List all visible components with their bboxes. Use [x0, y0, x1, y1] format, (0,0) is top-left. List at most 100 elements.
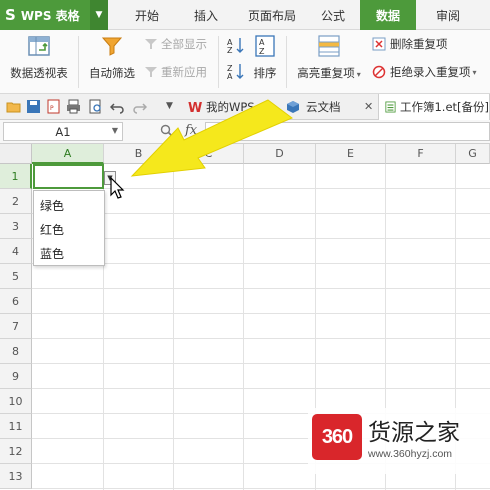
tab-review[interactable]: 审阅	[420, 0, 476, 30]
search-icon[interactable]	[160, 124, 174, 138]
watermark-logo: 360	[312, 414, 362, 460]
sort-label: 排序	[253, 66, 277, 80]
row-header[interactable]: 7	[0, 314, 32, 339]
delete-duplicates-label: 删除重复项	[390, 37, 448, 51]
reject-duplicates-button[interactable]: 拒绝录入重复项 ▾	[372, 64, 477, 80]
row-header[interactable]: 10	[0, 389, 32, 414]
watermark: 360 货源之家 www.360hyzj.com	[308, 408, 490, 474]
row-header[interactable]: 9	[0, 364, 32, 389]
highlight-duplicates-label: 高亮重复项 ▾	[297, 65, 361, 81]
tab-data[interactable]: 数据	[360, 0, 416, 30]
insert-function-button[interactable]: fx	[185, 123, 197, 138]
row-header[interactable]: 8	[0, 339, 32, 364]
row-gridline	[32, 338, 490, 339]
ribbon-data: 数据透视表 自动筛选 全部显示 重新应用 A Z Z A A Z 排序 高亮重复…	[0, 30, 490, 94]
formula-input[interactable]	[205, 122, 490, 141]
dropdown-option-red[interactable]: 红色	[40, 221, 64, 238]
select-all-corner[interactable]	[0, 144, 32, 164]
column-header[interactable]: D	[244, 144, 316, 164]
show-all-label: 全部显示	[161, 37, 207, 51]
tab-insert[interactable]: 插入	[178, 0, 234, 30]
svg-text:W: W	[188, 101, 202, 114]
row-header[interactable]: 11	[0, 414, 32, 439]
row-header[interactable]: 4	[0, 239, 32, 264]
doc-tab-cloud[interactable]: 云文档	[282, 94, 360, 120]
row-gridline	[32, 388, 490, 389]
column-header[interactable]: G	[456, 144, 490, 164]
sort-ascending-icon: A Z	[227, 38, 244, 54]
dropdown-option-green[interactable]: 绿色	[40, 197, 64, 214]
tab-page-layout[interactable]: 页面布局	[236, 0, 308, 30]
highlight-duplicates-button[interactable]: 高亮重复项 ▾	[292, 34, 366, 81]
column-header[interactable]: E	[316, 144, 386, 164]
column-gridline	[173, 164, 174, 490]
show-all-button[interactable]: 全部显示	[144, 36, 207, 52]
quick-access-dropdown-icon[interactable]: ▼	[166, 101, 173, 111]
doc-tab-label: 我的WPS	[206, 100, 255, 114]
row-header[interactable]: 13	[0, 464, 32, 489]
wps-w-icon: W	[188, 101, 202, 114]
autofilter-button[interactable]: 自动筛选	[86, 34, 138, 81]
reapply-label: 重新应用	[161, 65, 207, 79]
undo-icon[interactable]	[110, 99, 125, 114]
cloud-docs-icon	[287, 101, 299, 113]
app-menu-button[interactable]: S WPS 表格 ▼	[0, 0, 108, 30]
svg-text:Z: Z	[259, 47, 265, 56]
pivot-table-button[interactable]: 数据透视表	[6, 34, 72, 81]
doc-tab-label: 工作簿1.et[备份]	[399, 100, 489, 114]
watermark-title: 货源之家	[368, 420, 460, 446]
active-cell-a1[interactable]	[33, 164, 104, 189]
pivot-table-label: 数据透视表	[10, 66, 68, 80]
sort-descending-button[interactable]: Z A	[226, 62, 246, 80]
title-bar: S WPS 表格 ▼ 开始 插入 页面布局 公式 数据 审阅	[0, 0, 490, 30]
column-header[interactable]: B	[104, 144, 174, 164]
svg-text:A: A	[227, 72, 233, 80]
app-menu-dropdown-icon[interactable]: ▼	[90, 0, 108, 30]
print-preview-icon[interactable]	[88, 99, 103, 114]
app-name: WPS 表格	[20, 8, 80, 23]
reject-duplicates-label: 拒绝录入重复项	[390, 65, 471, 79]
print-icon[interactable]	[66, 99, 81, 114]
mouse-pointer-icon	[110, 177, 125, 199]
dropdown-option-blue[interactable]: 蓝色	[40, 245, 64, 262]
column-header[interactable]: F	[386, 144, 456, 164]
chevron-down-icon[interactable]: ▼	[112, 126, 118, 135]
column-header[interactable]: A	[32, 144, 104, 164]
ribbon-separator	[218, 36, 219, 88]
column-header[interactable]: C	[174, 144, 244, 164]
row-header[interactable]: 6	[0, 289, 32, 314]
row-header[interactable]: 3	[0, 214, 32, 239]
doc-tab-my-wps[interactable]: W 我的WPS	[184, 94, 276, 120]
tab-home[interactable]: 开始	[118, 0, 176, 30]
svg-text:Z: Z	[227, 46, 233, 54]
delete-duplicates-icon	[372, 37, 386, 51]
tab-formulas[interactable]: 公式	[310, 0, 356, 30]
chevron-down-icon: ▾	[472, 67, 477, 77]
ribbon-separator	[78, 36, 79, 88]
name-box-value: A1	[55, 124, 71, 139]
reapply-icon	[145, 67, 157, 77]
export-pdf-icon[interactable]: P	[46, 99, 61, 114]
open-folder-icon[interactable]	[6, 99, 21, 114]
filter-funnel-icon	[101, 37, 123, 56]
row-gridline	[32, 363, 490, 364]
row-header[interactable]: 1	[0, 164, 32, 189]
redo-icon[interactable]	[132, 99, 147, 114]
reapply-button[interactable]: 重新应用	[144, 64, 207, 80]
close-tab-icon[interactable]: ✕	[364, 100, 373, 113]
chevron-down-icon: ▾	[356, 70, 361, 79]
doc-tab-workbook[interactable]: 工作簿1.et[备份]	[378, 94, 490, 120]
save-icon[interactable]	[26, 99, 41, 114]
sort-button[interactable]: A Z 排序	[250, 34, 280, 81]
row-header[interactable]: 5	[0, 264, 32, 289]
row-header[interactable]: 12	[0, 439, 32, 464]
name-box[interactable]: A1 ▼	[3, 122, 123, 141]
wps-logo-icon: S	[5, 6, 16, 24]
autofilter-label: 自动筛选	[89, 66, 135, 80]
highlight-duplicates-text: 高亮重复项	[297, 66, 355, 80]
row-header[interactable]: 2	[0, 189, 32, 214]
sort-ascending-button[interactable]: A Z	[226, 36, 246, 54]
sort-icon: A Z	[255, 35, 275, 57]
delete-duplicates-button[interactable]: 删除重复项	[372, 36, 448, 52]
row-gridline	[32, 288, 490, 289]
